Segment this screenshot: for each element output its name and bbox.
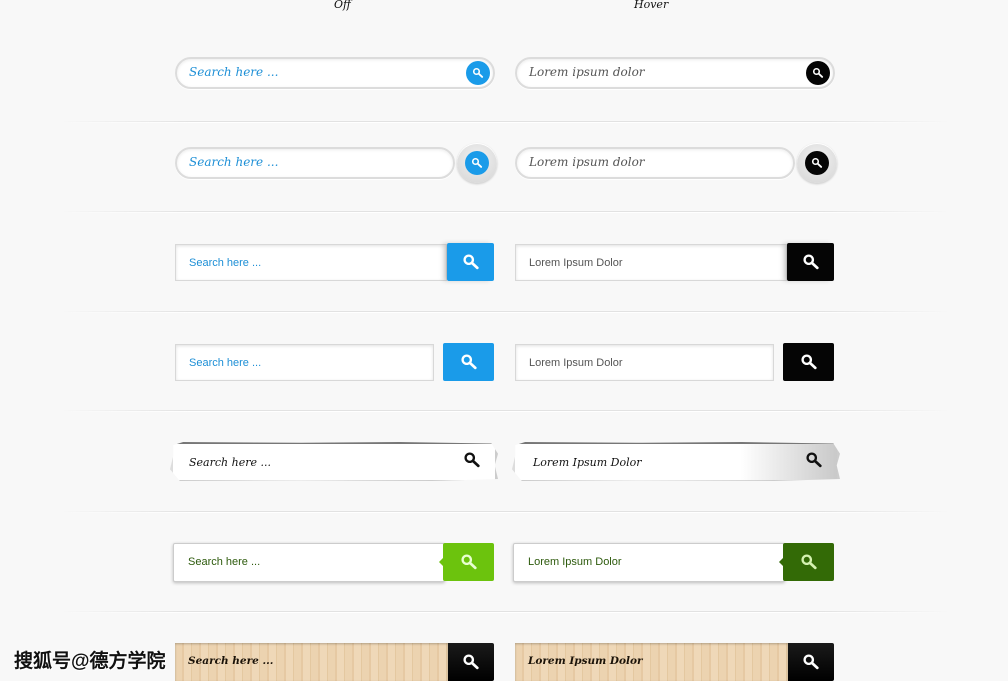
row-divider [60,511,950,513]
search-value: Lorem Ipsum Dolor [528,655,643,667]
search-input[interactable]: Search here ... [175,643,448,681]
row-divider [60,410,950,412]
search-value: Lorem ipsum dolor [529,155,645,169]
search-button[interactable] [457,143,497,183]
search-input[interactable]: Lorem Ipsum Dolor [515,643,788,681]
search-button[interactable] [797,143,837,183]
search-icon [800,553,818,571]
search-button[interactable] [443,343,494,381]
search-button[interactable] [788,643,834,681]
search-icon [460,553,478,571]
search-button[interactable] [806,61,830,85]
search-value: Lorem Ipsum Dolor [529,357,623,369]
row-divider [60,611,950,613]
search-button[interactable] [787,243,834,281]
search-input[interactable]: Lorem Ipsum Dolor [512,442,840,481]
search-placeholder: Search here ... [189,456,271,469]
row-divider [60,311,950,313]
search-button[interactable] [783,343,834,381]
search-button[interactable] [448,643,494,681]
search-button[interactable] [463,451,481,469]
search-value: Lorem Ipsum Dolor [533,456,642,469]
search-value: Lorem Ipsum Dolor [529,257,623,269]
search-placeholder: Search here ... [189,357,262,369]
search-button[interactable] [783,543,834,581]
column-header-off: Off [334,0,351,11]
search-input[interactable]: Search here ... [175,244,447,281]
watermark: 搜狐号@德方学院 [14,651,166,672]
search-placeholder: Search here ... [188,655,274,667]
search-input[interactable]: Lorem ipsum dolor [515,147,795,179]
search-icon [812,67,824,79]
search-icon [463,451,481,469]
search-icon [460,353,478,371]
search-input[interactable]: Search here ... [175,147,455,179]
search-value: Lorem ipsum dolor [529,65,645,79]
search-input[interactable]: Lorem Ipsum Dolor [515,244,787,281]
search-input[interactable]: Search here ... [170,442,498,481]
search-input[interactable]: Lorem ipsum dolor [515,57,835,89]
search-icon [802,253,820,271]
search-icon [471,157,483,169]
search-icon [811,157,823,169]
column-header-hover: Hover [634,0,669,11]
search-icon [472,67,484,79]
search-input[interactable]: Lorem Ipsum Dolor [515,344,774,381]
search-icon [802,653,820,671]
row-divider [60,121,950,123]
search-button[interactable] [447,243,494,281]
search-input[interactable]: Search here ... [173,543,445,582]
search-value: Lorem Ipsum Dolor [528,556,622,568]
search-icon [462,253,480,271]
search-placeholder: Search here ... [189,65,279,79]
search-input[interactable]: Search here ... [175,57,495,89]
search-placeholder: Search here ... [189,257,262,269]
search-icon [800,353,818,371]
search-icon [462,653,480,671]
row-divider [60,211,950,213]
search-placeholder: Search here ... [188,556,261,568]
search-icon [805,451,823,469]
search-input[interactable]: Search here ... [175,344,434,381]
search-input[interactable]: Lorem Ipsum Dolor [513,543,785,582]
search-button[interactable] [805,451,823,469]
search-placeholder: Search here ... [189,155,279,169]
search-button[interactable] [466,61,490,85]
search-button[interactable] [443,543,494,581]
